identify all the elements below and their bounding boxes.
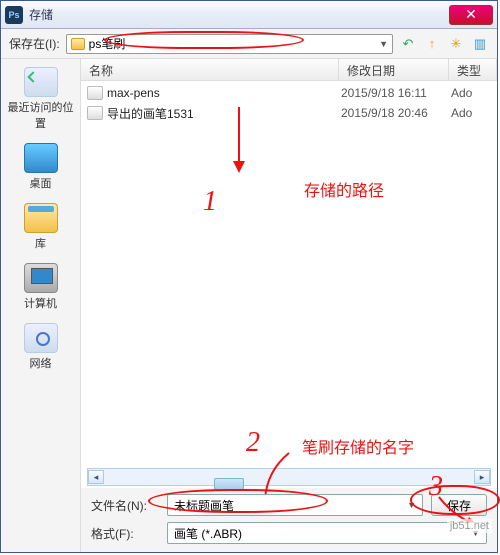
- sidebar-item-label: 桌面: [30, 175, 52, 191]
- annotation-text-2: 笔刷存储的名字: [302, 434, 414, 458]
- network-icon: [24, 323, 58, 353]
- annotation-number-1: 1: [203, 186, 217, 218]
- filename-input[interactable]: 未标题画笔 ▼: [167, 494, 423, 516]
- sidebar-item-label: 最近访问的位置: [5, 99, 76, 131]
- sidebar-item-libraries[interactable]: 库: [3, 201, 78, 253]
- views-icon[interactable]: ▥: [471, 35, 489, 53]
- column-headers[interactable]: 名称 修改日期 类型: [81, 59, 497, 81]
- filename-value: 未标题画笔: [174, 497, 234, 514]
- file-type: Ado: [451, 106, 491, 120]
- file-area: 名称 修改日期 类型 max-pens 2015/9/18 16:11 Ado …: [81, 59, 497, 552]
- sidebar-item-network[interactable]: 网络: [3, 321, 78, 373]
- file-date: 2015/9/18 20:46: [341, 106, 451, 120]
- save-dialog: Ps 存储 ✕ 保存在(I): ps笔刷 ▼ ↶ ↑ ✳ ▥ 最近访问的位置 桌…: [0, 0, 498, 553]
- file-name: max-pens: [107, 86, 341, 100]
- sidebar-item-label: 库: [35, 235, 46, 251]
- app-icon: Ps: [5, 6, 23, 24]
- sidebar-item-label: 网络: [30, 355, 52, 371]
- libraries-icon: [24, 203, 58, 233]
- close-button[interactable]: ✕: [449, 5, 493, 25]
- file-row[interactable]: 导出的画笔1531 2015/9/18 20:46 Ado: [81, 103, 497, 123]
- file-list[interactable]: max-pens 2015/9/18 16:11 Ado 导出的画笔1531 2…: [81, 81, 497, 466]
- scroll-thumb[interactable]: [214, 478, 244, 490]
- annotation-number-2: 2: [246, 427, 260, 459]
- file-type: Ado: [451, 86, 491, 100]
- file-row[interactable]: max-pens 2015/9/18 16:11 Ado: [81, 83, 497, 103]
- save-in-label: 保存在(I):: [9, 35, 60, 52]
- recent-icon: [24, 67, 58, 97]
- titlebar: Ps 存储 ✕: [1, 1, 497, 29]
- folder-icon: [71, 38, 85, 50]
- new-folder-icon[interactable]: ✳: [447, 35, 465, 53]
- file-name: 导出的画笔1531: [107, 105, 341, 122]
- sidebar-item-label: 计算机: [24, 295, 57, 311]
- format-combo[interactable]: 画笔 (*.ABR) ▼: [167, 522, 487, 544]
- scroll-right-icon[interactable]: ▸: [474, 470, 490, 484]
- window-title: 存储: [29, 6, 449, 23]
- format-label: 格式(F):: [91, 525, 159, 542]
- file-icon: [87, 86, 103, 100]
- location-bar: 保存在(I): ps笔刷 ▼ ↶ ↑ ✳ ▥: [1, 29, 497, 59]
- chevron-down-icon: ▼: [407, 500, 416, 510]
- file-date: 2015/9/18 16:11: [341, 86, 451, 100]
- annotation-text-1: 存储的路径: [304, 177, 384, 201]
- sidebar-item-computer[interactable]: 计算机: [3, 261, 78, 313]
- bottom-panel: 文件名(N): 未标题画笔 ▼ 保存 格式(F): 画笔 (*.ABR) ▼: [81, 488, 497, 552]
- sidebar-item-recent[interactable]: 最近访问的位置: [3, 65, 78, 133]
- col-type[interactable]: 类型: [449, 59, 497, 80]
- col-name[interactable]: 名称: [81, 59, 339, 80]
- chevron-down-icon: ▼: [379, 39, 388, 49]
- back-icon[interactable]: ↶: [399, 35, 417, 53]
- sidebar-item-desktop[interactable]: 桌面: [3, 141, 78, 193]
- save-button[interactable]: 保存: [431, 494, 487, 516]
- folder-name: ps笔刷: [89, 35, 126, 52]
- col-date[interactable]: 修改日期: [339, 59, 449, 80]
- scroll-left-icon[interactable]: ◂: [88, 470, 104, 484]
- file-icon: [87, 106, 103, 120]
- filename-label: 文件名(N):: [91, 497, 159, 514]
- up-one-level-icon[interactable]: ↑: [423, 35, 441, 53]
- format-value: 画笔 (*.ABR): [174, 525, 242, 542]
- computer-icon: [24, 263, 58, 293]
- desktop-icon: [24, 143, 58, 173]
- watermark: jb51.net: [447, 519, 492, 533]
- folder-combo[interactable]: ps笔刷 ▼: [66, 34, 393, 54]
- horizontal-scrollbar[interactable]: ◂ ▸: [87, 468, 491, 486]
- places-sidebar: 最近访问的位置 桌面 库 计算机 网络: [1, 59, 81, 552]
